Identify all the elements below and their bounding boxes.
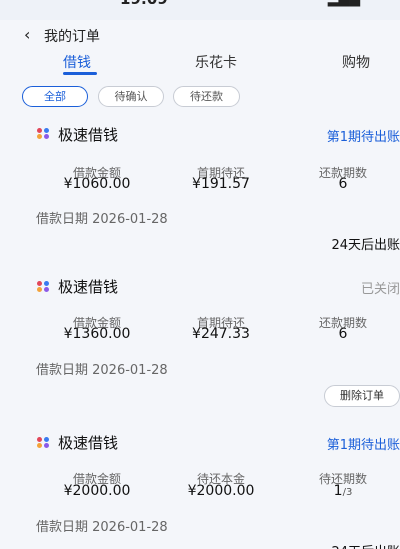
back-icon[interactable]: ‹ (24, 25, 30, 44)
periods-value: 6 (338, 326, 348, 342)
page-title: 我的订单 (44, 29, 100, 45)
periods-due-current: 1 (333, 483, 343, 499)
order-status: 已关闭 (360, 282, 400, 297)
tab-shopping[interactable]: 购物 (342, 52, 370, 72)
order-status: 第1期待出账 (326, 438, 400, 453)
principal-due-value: ¥2000.00 (187, 483, 255, 499)
loan-date: 借款日期 2026-01-28 (36, 520, 168, 535)
brand-logo-icon (37, 281, 51, 293)
filter-bar: 全部 待确认 待还款 (0, 86, 400, 110)
first-due-value: ¥247.33 (192, 326, 250, 342)
brand-logo-icon (37, 128, 51, 140)
filter-all[interactable]: 全部 (22, 86, 88, 107)
loan-amount-value: ¥2000.00 (63, 483, 131, 499)
order-card[interactable]: 极速借钱 第1期待出账 借款金额 首期待还 还款期数 ¥1060.00 ¥191… (0, 120, 400, 260)
loan-date: 借款日期 2026-01-28 (36, 363, 168, 378)
filter-pending-repay[interactable]: 待还款 (173, 86, 240, 107)
tab-borrow[interactable]: 借钱 (63, 52, 91, 72)
brand-name: 极速借钱 (58, 278, 119, 296)
filter-pending-confirm[interactable]: 待确认 (98, 86, 164, 107)
billing-countdown: 24天后出账 (331, 541, 400, 549)
order-tabs: 借钱 乐花卡 购物 (0, 50, 400, 78)
loan-date: 借款日期 2026-01-28 (36, 212, 168, 227)
order-card[interactable]: 极速借钱 第1期待出账 借款金额 待还本金 待还期数 ¥2000.00 ¥200… (0, 428, 400, 549)
active-tab-indicator (63, 72, 97, 75)
periods-value: 6 (338, 176, 348, 192)
periods-due-total: /3 (342, 487, 353, 498)
loan-amount-value: ¥1060.00 (63, 176, 131, 192)
periods-due-value: 1/3 (288, 483, 398, 499)
nav-bar: ‹ 我的订单 (0, 20, 400, 50)
brand-logo-icon (37, 437, 51, 449)
tab-lehua-card[interactable]: 乐花卡 (195, 52, 237, 72)
brand-name: 极速借钱 (58, 434, 119, 452)
delete-order-button[interactable]: 删除订单 (324, 385, 400, 407)
brand-name: 极速借钱 (58, 126, 119, 144)
status-time: 19:09 (120, 0, 168, 8)
first-due-value: ¥191.57 (192, 176, 250, 192)
loan-amount-value: ¥1360.00 (63, 326, 131, 342)
billing-countdown: 24天后出账 (331, 238, 400, 253)
signal-icon: ▂▄▆ (328, 0, 360, 7)
status-bar: 19:09 ▂▄▆ (0, 0, 400, 20)
order-card[interactable]: 极速借钱 已关闭 借款金额 首期待还 还款期数 ¥1360.00 ¥247.33… (0, 272, 400, 412)
order-status: 第1期待出账 (326, 130, 400, 145)
